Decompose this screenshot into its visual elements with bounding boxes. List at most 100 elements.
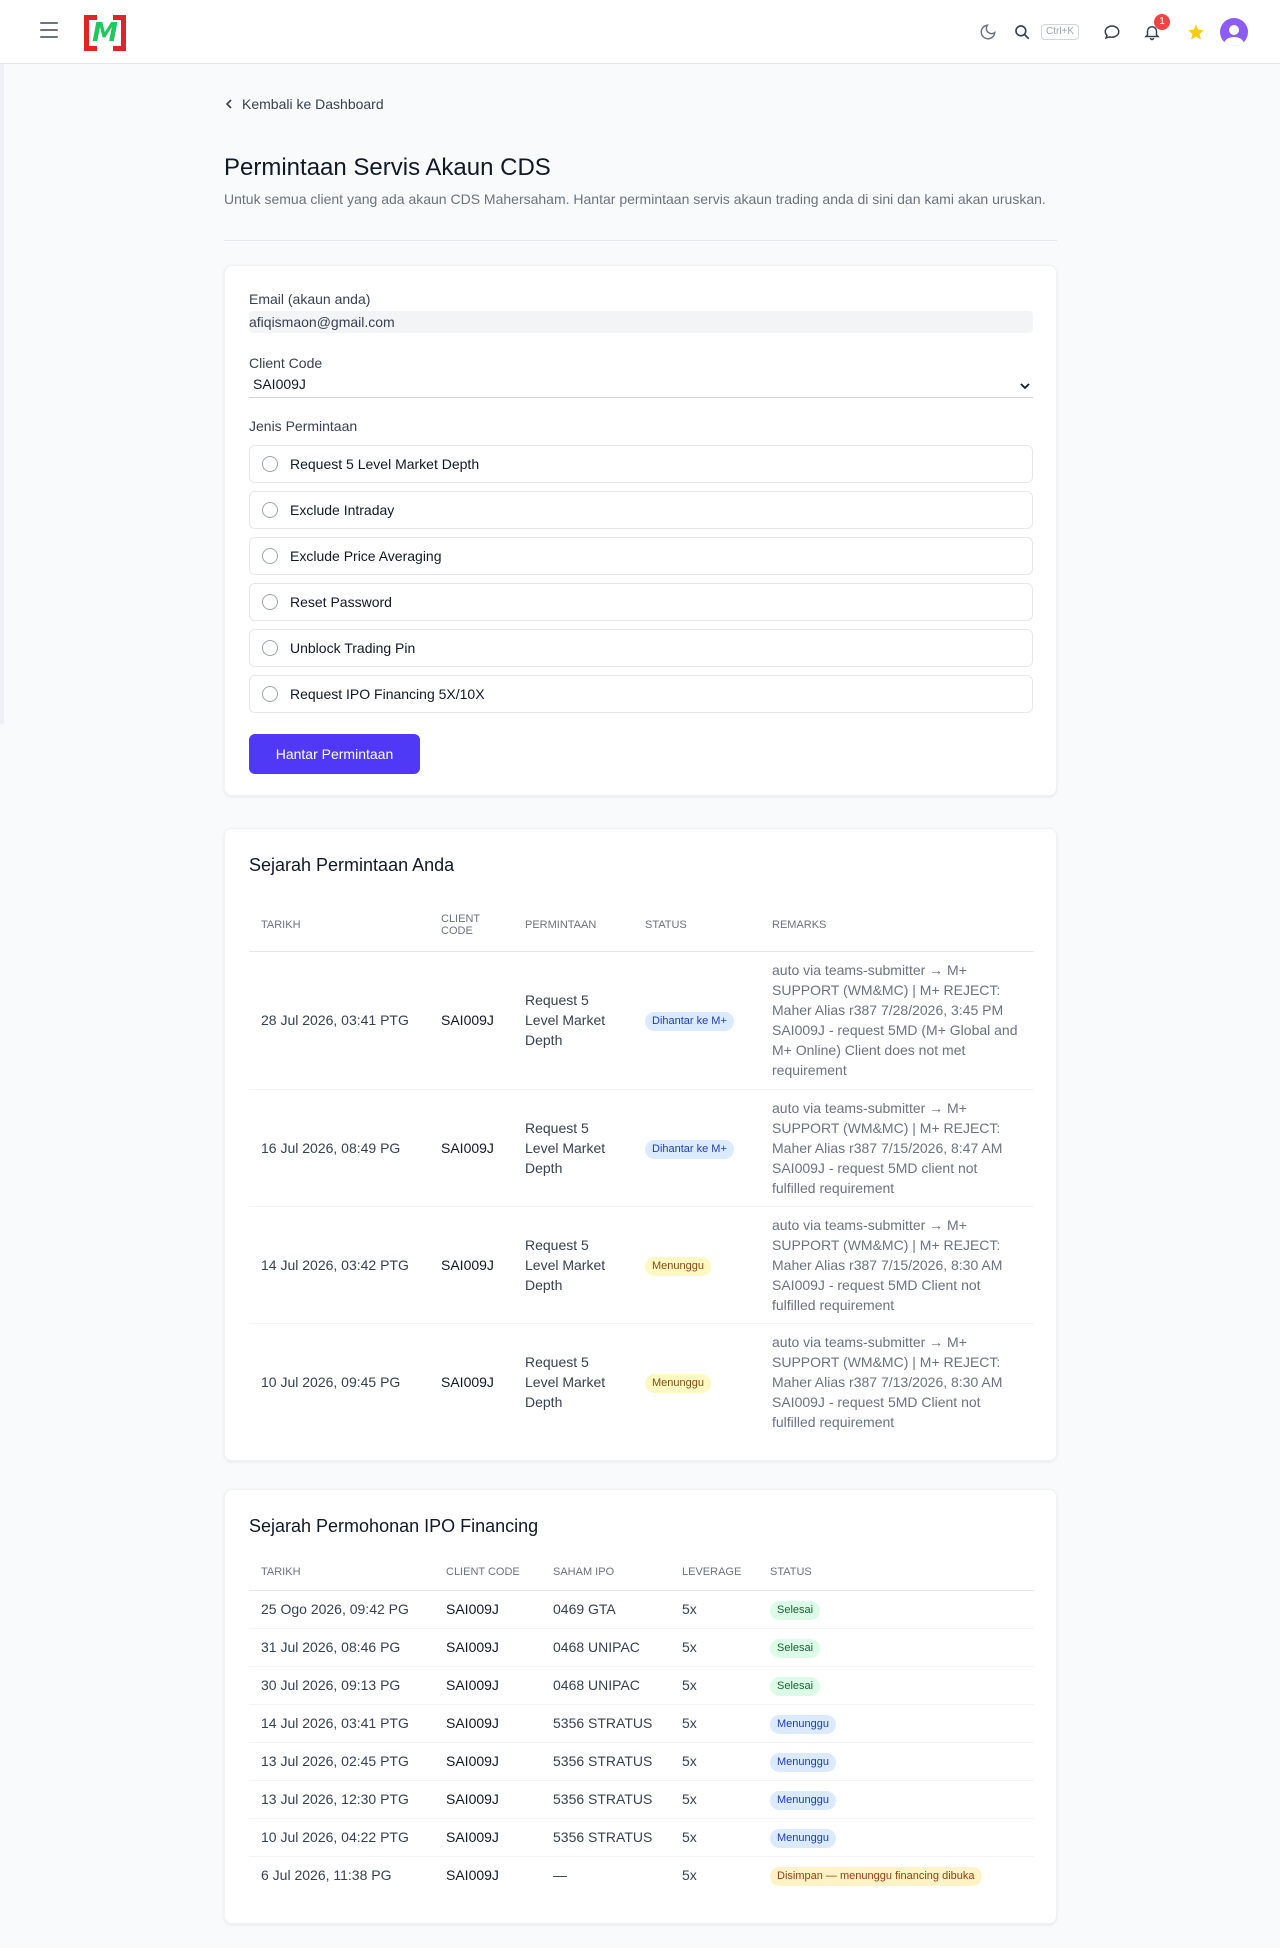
client-code: SAI009J xyxy=(446,1677,499,1693)
ipo-date: 30 Jul 2026, 09:13 PG xyxy=(261,1677,401,1693)
request-type: Request 5 Level Market Depth xyxy=(525,1119,606,1176)
back-to-dashboard-link[interactable]: Kembali ke Dashboard xyxy=(224,96,384,112)
request-form-card: Email (akaun anda) afiqismaon@gmail.com … xyxy=(224,265,1057,796)
column-header: Status xyxy=(770,1565,812,1578)
radio-option[interactable]: Unblock Trading Pin xyxy=(249,629,1033,667)
request-type: Request 5 Level Market Depth xyxy=(525,1353,606,1410)
ipo-date: 14 Jul 2026, 03:41 PTG xyxy=(261,1715,409,1731)
ipo-stock: 0468 UNIPAC xyxy=(553,1677,640,1693)
table-row: 31 Jul 2026, 08:46 PG SAI009J 0468 UNIPA… xyxy=(249,1628,1034,1666)
status-badge: Dihantar ke M+ xyxy=(645,1012,734,1031)
leverage: 5x xyxy=(682,1639,697,1655)
status-badge: Dihantar ke M+ xyxy=(645,1139,734,1159)
radio-button[interactable] xyxy=(262,456,278,472)
client-code: SAI009J xyxy=(441,1012,494,1028)
ipo-date: 25 Ogo 2026, 09:42 PG xyxy=(261,1601,409,1617)
ipo-history-card: Sejarah Permohonan IPO Financing Tarikh … xyxy=(224,1489,1057,1924)
ipo-date: 10 Jul 2026, 04:22 PTG xyxy=(261,1829,409,1845)
logo-text: M xyxy=(92,18,118,48)
request-type: Request 5 Level Market Depth xyxy=(525,1236,606,1293)
ipo-date: 6 Jul 2026, 11:38 PG xyxy=(261,1867,392,1884)
radio-button[interactable] xyxy=(262,502,278,518)
request-date: 28 Jul 2026, 03:41 PTG xyxy=(261,1012,409,1028)
status-badge: Menunggu xyxy=(770,1791,836,1810)
client-code: SAI009J xyxy=(441,1256,494,1273)
radio-button[interactable] xyxy=(262,548,278,564)
column-header: Client Code xyxy=(441,912,480,937)
client-code-select[interactable]: SAI009J xyxy=(249,374,1033,398)
leverage: 5x xyxy=(682,1601,697,1617)
page-description: Untuk semua client yang ada akaun CDS Ma… xyxy=(224,191,1046,207)
table-header-row: Tarikh Client Code Saham IPO Leverage St… xyxy=(249,1554,1034,1590)
radio-option[interactable]: Exclude Intraday xyxy=(249,491,1033,529)
column-header: Client Code xyxy=(446,1565,520,1578)
top-navbar: M Ctrl+K 1 xyxy=(0,0,1280,64)
email-field[interactable]: afiqismaon@gmail.com xyxy=(249,311,1033,333)
status-badge: Menunggu xyxy=(645,1256,711,1276)
chevron-left-icon xyxy=(225,99,232,109)
table-row: 30 Jul 2026, 09:13 PG SAI009J 0468 UNIPA… xyxy=(249,1666,1034,1704)
radio-option[interactable]: Request IPO Financing 5X/10X xyxy=(249,675,1033,713)
star-icon[interactable] xyxy=(1184,20,1208,44)
ipo-date: 13 Jul 2026, 02:45 PTG xyxy=(261,1753,409,1769)
request-date: 14 Jul 2026, 03:42 PTG xyxy=(261,1256,409,1273)
ipo-stock: 0468 UNIPAC xyxy=(553,1639,640,1655)
radio-button[interactable] xyxy=(262,594,278,610)
radio-button[interactable] xyxy=(262,686,278,702)
radio-label: Exclude Price Averaging xyxy=(290,548,442,564)
chat-icon[interactable] xyxy=(1100,20,1124,44)
radio-label: Reset Password xyxy=(290,594,392,610)
radio-label: Unblock Trading Pin xyxy=(290,640,416,656)
status-badge: Menunggu xyxy=(770,1715,836,1734)
status-badge: Menunggu xyxy=(645,1373,711,1393)
client-code: SAI009J xyxy=(446,1715,499,1731)
request-history-card: Sejarah Permintaan Anda Tarikh Client Co… xyxy=(224,828,1057,1461)
client-code-value: SAI009J xyxy=(253,376,306,392)
ipo-stock: 5356 STRATUS xyxy=(553,1829,653,1845)
brand-logo[interactable]: M xyxy=(84,15,126,51)
radio-button[interactable] xyxy=(262,640,278,656)
column-header: Tarikh xyxy=(261,1565,301,1578)
divider xyxy=(224,240,1057,241)
client-code: SAI009J xyxy=(446,1639,499,1655)
leverage: 5x xyxy=(682,1791,697,1807)
moon-icon[interactable] xyxy=(976,20,1000,44)
table-row: 14 Jul 2026, 03:42 PTG SAI009J Request 5… xyxy=(249,1206,1034,1323)
radio-option[interactable]: Request 5 Level Market Depth xyxy=(249,445,1033,483)
leverage: 5x xyxy=(682,1677,697,1693)
email-label: Email (akaun anda) xyxy=(249,291,371,307)
remarks: auto via teams-submitter → M+ SUPPORT (W… xyxy=(772,1099,1003,1196)
status-badge: Menunggu xyxy=(770,1829,836,1848)
column-header: Leverage xyxy=(682,1565,742,1578)
leverage: 5x xyxy=(682,1829,697,1845)
status-badge: Menunggu xyxy=(770,1753,836,1772)
ipo-history-title: Sejarah Permohonan IPO Financing xyxy=(249,1516,539,1536)
table-row: 10 Jul 2026, 04:22 PTG SAI009J 5356 STRA… xyxy=(249,1818,1034,1856)
radio-label: Exclude Intraday xyxy=(290,502,395,518)
submit-request-button[interactable]: Hantar Permintaan xyxy=(249,734,420,774)
remarks: auto via teams-submitter → M+ SUPPORT (W… xyxy=(772,1333,1003,1430)
client-code: SAI009J xyxy=(446,1753,499,1769)
request-date: 10 Jul 2026, 09:45 PG xyxy=(261,1373,401,1390)
table-row: 13 Jul 2026, 12:30 PTG SAI009J 5356 STRA… xyxy=(249,1780,1034,1818)
table-row: 28 Jul 2026, 03:41 PTG SAI009J Request 5… xyxy=(249,951,1034,1089)
table-header-row: Tarikh Client Code Permintaan Status Rem… xyxy=(249,899,1034,951)
client-code: SAI009J xyxy=(446,1867,499,1884)
client-code: SAI009J xyxy=(446,1601,499,1617)
client-code: SAI009J xyxy=(446,1791,499,1807)
search-icon[interactable] xyxy=(1010,20,1034,44)
menu-icon[interactable] xyxy=(40,22,62,42)
leverage: 5x xyxy=(682,1753,697,1769)
table-row: 13 Jul 2026, 02:45 PTG SAI009J 5356 STRA… xyxy=(249,1742,1034,1780)
request-type: Request 5 Level Market Depth xyxy=(525,992,606,1048)
ipo-stock: 5356 STRATUS xyxy=(553,1715,653,1731)
radio-label: Request 5 Level Market Depth xyxy=(290,456,480,472)
user-icon[interactable] xyxy=(1220,18,1248,46)
radio-option[interactable]: Exclude Price Averaging xyxy=(249,537,1033,575)
status-badge: Disimpan — menunggu financing dibuka xyxy=(770,1867,982,1887)
column-header: Tarikh xyxy=(261,918,301,931)
ipo-stock: 5356 STRATUS xyxy=(553,1753,653,1769)
column-header: Status xyxy=(645,918,687,931)
ipo-stock: — xyxy=(553,1867,567,1884)
radio-option[interactable]: Reset Password xyxy=(249,583,1033,621)
